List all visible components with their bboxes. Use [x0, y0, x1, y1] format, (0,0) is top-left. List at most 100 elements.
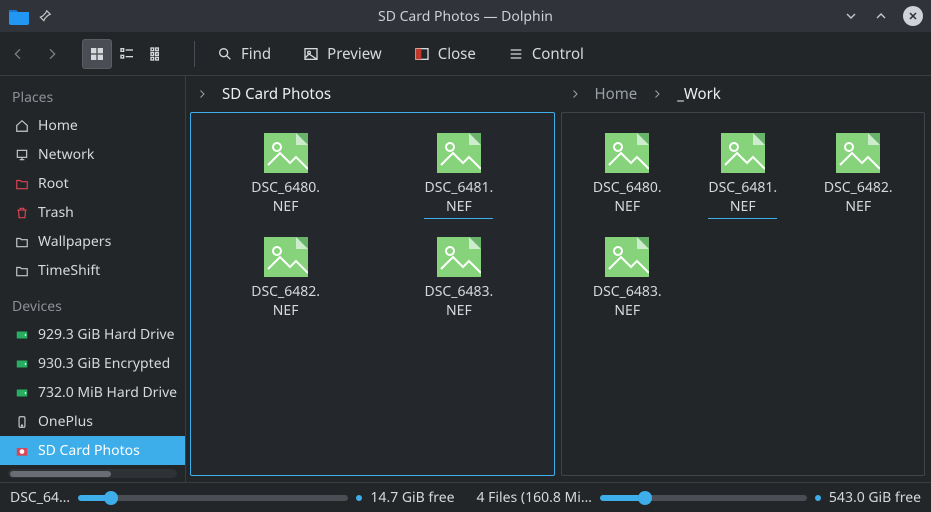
sidebar-item-sd-card-photos[interactable]: SD Card Photos: [0, 436, 185, 465]
zoom-slider-right[interactable]: [600, 495, 807, 501]
sidebar-item-home[interactable]: Home: [0, 111, 185, 140]
hamburger-icon: [508, 46, 524, 62]
sidebar-item-wallpapers[interactable]: Wallpapers: [0, 227, 185, 256]
view-icons-button[interactable]: [82, 39, 112, 69]
drive-icon: [14, 386, 30, 400]
drive-icon: [14, 357, 30, 371]
file-item[interactable]: DSC_6482.NEF: [199, 231, 372, 333]
pin-icon[interactable]: [38, 9, 52, 23]
chevron-right-icon: [196, 88, 208, 100]
sidebar-item-label: SD Card Photos: [38, 441, 140, 460]
phone-icon: [14, 415, 30, 429]
status-right-info: 4 Files (160.8 Mi…: [477, 488, 592, 507]
file-pane-right[interactable]: DSC_6480.NEF DSC_6481.NEF DSC_6482.NEF D…: [561, 112, 926, 476]
file-name: DSC_6482.NEF: [251, 283, 320, 321]
file-pane-left[interactable]: DSC_6480.NEF DSC_6481.NEF DSC_6482.NEF D…: [190, 112, 555, 476]
file-item[interactable]: DSC_6480.NEF: [199, 127, 372, 231]
file-item[interactable]: DSC_6480.NEF: [570, 127, 686, 231]
statusbar: DSC_64… 14.7 GiB free 4 Files (160.8 Mi……: [0, 482, 931, 512]
file-name: DSC_6483.NEF: [424, 283, 493, 321]
sidebar: Places Home Network Root Trash Wallpaper…: [0, 76, 186, 482]
control-button[interactable]: Control: [500, 40, 592, 68]
image-file-icon: [437, 237, 481, 277]
chevron-right-icon: [569, 88, 581, 100]
view-compact-button[interactable]: [112, 39, 142, 69]
image-file-icon: [721, 133, 765, 173]
control-label: Control: [532, 44, 584, 64]
minimize-button[interactable]: [843, 8, 859, 24]
find-label: Find: [241, 44, 271, 64]
sidebar-item-732-0-mib-hard-drive[interactable]: 732.0 MiB Hard Drive: [0, 378, 185, 407]
view-mode-group: [82, 39, 172, 69]
sidebar-item-label: 732.0 MiB Hard Drive: [38, 383, 177, 402]
sidebar-item-oneplus[interactable]: OnePlus: [0, 407, 185, 436]
image-icon: [303, 46, 319, 62]
zoom-slider-left[interactable]: [78, 495, 348, 501]
file-item[interactable]: DSC_6483.NEF: [372, 231, 545, 333]
maximize-button[interactable]: [873, 8, 889, 24]
preview-button[interactable]: Preview: [295, 40, 390, 68]
network-icon: [14, 148, 30, 162]
sidebar-item-label: TimeShift: [38, 261, 100, 280]
sidebar-scrollbar[interactable]: [8, 469, 177, 478]
file-item[interactable]: DSC_6483.NEF: [570, 231, 686, 333]
image-file-icon: [264, 237, 308, 277]
places-header: Places: [0, 82, 185, 111]
image-file-icon: [264, 133, 308, 173]
sidebar-item-label: Home: [38, 116, 78, 135]
camera-icon: [14, 444, 30, 458]
breadcrumb-right: Home _Work: [559, 76, 931, 112]
folder-icon: [14, 264, 30, 278]
sidebar-item-label: Network: [38, 145, 94, 164]
sidebar-item-929-3-gib-hard-drive[interactable]: 929.3 GiB Hard Drive: [0, 320, 185, 349]
drive-icon: [14, 328, 30, 342]
breadcrumb-segment[interactable]: _Work: [677, 84, 721, 104]
view-details-button[interactable]: [142, 39, 172, 69]
titlebar: SD Card Photos — Dolphin: [0, 0, 931, 32]
file-name: DSC_6481.NEF: [424, 179, 493, 219]
file-name: DSC_6483.NEF: [593, 283, 662, 321]
file-name: DSC_6482.NEF: [824, 179, 893, 217]
search-icon: [217, 46, 233, 62]
sidebar-item-trash[interactable]: Trash: [0, 198, 185, 227]
file-item[interactable]: DSC_6482.NEF: [801, 127, 917, 231]
close-panel-button[interactable]: Close: [406, 40, 484, 68]
sidebar-item-label: OnePlus: [38, 412, 93, 431]
find-button[interactable]: Find: [209, 40, 279, 68]
trash-icon: [14, 206, 30, 220]
image-file-icon: [605, 133, 649, 173]
nav-back-button[interactable]: [10, 46, 26, 62]
sidebar-item-root[interactable]: Root: [0, 169, 185, 198]
breadcrumb-segment[interactable]: Home: [595, 84, 638, 104]
sidebar-item-label: 929.3 GiB Hard Drive: [38, 325, 175, 344]
sidebar-item-label: Trash: [38, 203, 74, 222]
close-panel-icon: [414, 46, 430, 62]
sidebar-item-label: 930.3 GiB Encrypted: [38, 354, 170, 373]
home-icon: [14, 119, 30, 133]
breadcrumb-segment[interactable]: SD Card Photos: [222, 84, 331, 104]
sidebar-item-label: Wallpapers: [38, 232, 111, 251]
toolbar: Find Preview Close Control: [0, 32, 931, 76]
sidebar-item-timeshift[interactable]: TimeShift: [0, 256, 185, 285]
file-item[interactable]: DSC_6481.NEF: [685, 127, 801, 231]
root-icon: [14, 177, 30, 191]
devices-header: Devices: [0, 291, 185, 320]
chevron-right-icon: [651, 88, 663, 100]
sidebar-item-network[interactable]: Network: [0, 140, 185, 169]
free-space-dot-icon: [815, 495, 821, 501]
file-name: DSC_6480.NEF: [251, 179, 320, 217]
file-item[interactable]: DSC_6481.NEF: [372, 127, 545, 231]
status-right-free: 543.0 GiB free: [829, 488, 921, 507]
breadcrumb-left: SD Card Photos: [186, 76, 559, 112]
sidebar-item-930-3-gib-encrypted[interactable]: 930.3 GiB Encrypted: [0, 349, 185, 378]
app-icon: [8, 7, 28, 25]
sidebar-item-label: Root: [38, 174, 69, 193]
toolbar-divider: [194, 41, 195, 67]
status-left-selection: DSC_64…: [10, 488, 70, 507]
status-left-free: 14.7 GiB free: [370, 488, 454, 507]
preview-label: Preview: [327, 44, 382, 64]
file-name: DSC_6480.NEF: [593, 179, 662, 217]
close-label: Close: [438, 44, 476, 64]
close-window-button[interactable]: [903, 6, 923, 26]
nav-forward-button[interactable]: [44, 46, 60, 62]
